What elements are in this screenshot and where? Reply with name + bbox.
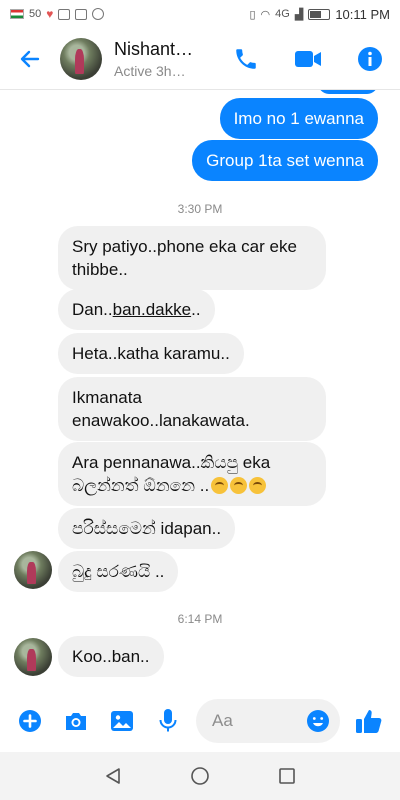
message-line: thibbe.. xyxy=(72,260,128,279)
outgoing-message[interactable]: Group 1ta set wenna xyxy=(192,140,378,181)
info-icon xyxy=(358,46,382,71)
circle-home-icon xyxy=(191,767,209,785)
message-composer: Aa xyxy=(0,690,400,752)
notification-count: 50 xyxy=(29,8,42,20)
incoming-message[interactable]: Dan..ban.dakke.. xyxy=(58,289,215,330)
outgoing-message[interactable]: Imo no 1 ewanna xyxy=(219,98,378,139)
message-thread[interactable]: Imo no 1 ewanna Group 1ta set wenna 3:30… xyxy=(0,90,400,690)
message-link-text[interactable]: ban.dakke xyxy=(113,300,191,319)
message-input-placeholder: Aa xyxy=(212,711,233,730)
message-input[interactable]: Aa xyxy=(196,699,340,743)
thumbs-up-icon xyxy=(356,710,382,733)
timestamp: 6:14 PM xyxy=(177,612,223,626)
heart-icon: ♥ xyxy=(46,7,54,21)
message-text: Dan.. xyxy=(72,300,113,319)
message-text: බලන්නත් ඕනනෙ .. xyxy=(72,476,210,495)
message-line: Sry patiyo..phone eka car eke xyxy=(72,237,297,256)
camera-notification-icon xyxy=(58,8,71,20)
like-button[interactable] xyxy=(350,702,388,740)
image-icon xyxy=(111,711,133,731)
outgoing-message-partial[interactable] xyxy=(318,90,378,94)
incoming-message[interactable]: Ikmanata enawakoo..lanakawata. xyxy=(58,377,326,441)
message-line: බලන්නත් ඕනනෙ .. xyxy=(72,474,312,497)
incoming-message[interactable]: Ara pennanawa..කියපු eka බලන්නත් ඕනනෙ .. xyxy=(58,442,326,506)
signal-icon: ▟ xyxy=(294,8,304,21)
incoming-message[interactable]: බුදු සරණයි .. xyxy=(58,551,179,592)
message-text: .. xyxy=(191,300,201,319)
battery-icon xyxy=(308,8,331,20)
contact-name: Nishant… xyxy=(114,38,194,59)
phone-icon xyxy=(236,48,256,69)
back-button[interactable] xyxy=(10,39,50,79)
plus-circle-icon xyxy=(19,710,41,732)
info-button[interactable] xyxy=(350,39,390,79)
nav-back-button[interactable] xyxy=(93,756,133,796)
conversation-header: Nishant… Active 3h… xyxy=(0,28,400,90)
incoming-message[interactable]: පරිස්සමෙන් idapan.. xyxy=(58,508,236,549)
upside-down-face-emoji-icon xyxy=(230,477,248,494)
message-line: enawakoo..lanakawata. xyxy=(72,411,250,430)
timestamp: 3:30 PM xyxy=(177,202,223,216)
video-camera-icon xyxy=(295,50,321,67)
contact-info[interactable]: Nishant… Active 3h… xyxy=(114,39,226,79)
flag-icon xyxy=(10,9,24,19)
emoji-icon[interactable] xyxy=(306,709,330,733)
camera-icon xyxy=(66,713,86,730)
message-line: Ara pennanawa..කියපු eka xyxy=(72,453,271,472)
voice-call-button[interactable] xyxy=(226,39,266,79)
sender-avatar[interactable] xyxy=(14,551,52,589)
clock: 10:11 PM xyxy=(335,6,390,22)
camera-button[interactable] xyxy=(58,703,94,739)
status-bar: 50 ♥ ▯ ◠ 4G ▟ 10:11 PM xyxy=(0,0,400,28)
messenger-notification-icon xyxy=(92,8,105,20)
voice-message-button[interactable] xyxy=(150,703,186,739)
video-call-button[interactable] xyxy=(288,39,328,79)
system-navigation-bar xyxy=(0,752,400,800)
upside-down-face-emoji-icon xyxy=(249,477,267,494)
square-recents-icon xyxy=(278,768,295,784)
back-arrow-icon xyxy=(20,50,40,67)
incoming-message[interactable]: Koo..ban.. xyxy=(58,636,164,677)
upside-down-face-emoji-icon xyxy=(211,477,229,494)
incoming-message[interactable]: Heta..katha karamu.. xyxy=(58,333,244,374)
network-type: 4G xyxy=(275,8,290,20)
microphone-icon xyxy=(159,709,177,732)
gallery-button[interactable] xyxy=(104,703,140,739)
contact-status: Active 3h… xyxy=(114,62,186,79)
triangle-back-icon xyxy=(106,768,121,784)
contact-avatar[interactable] xyxy=(60,37,102,80)
nav-recents-button[interactable] xyxy=(267,756,307,796)
more-actions-button[interactable] xyxy=(12,703,48,739)
sender-avatar[interactable] xyxy=(14,638,52,676)
wifi-icon: ◠ xyxy=(260,8,271,21)
nav-home-button[interactable] xyxy=(180,756,220,796)
vibrate-icon: ▯ xyxy=(249,8,256,21)
image-notification-icon xyxy=(75,8,88,20)
message-line: Ikmanata xyxy=(72,388,142,407)
incoming-message[interactable]: Sry patiyo..phone eka car eke thibbe.. xyxy=(58,226,326,290)
